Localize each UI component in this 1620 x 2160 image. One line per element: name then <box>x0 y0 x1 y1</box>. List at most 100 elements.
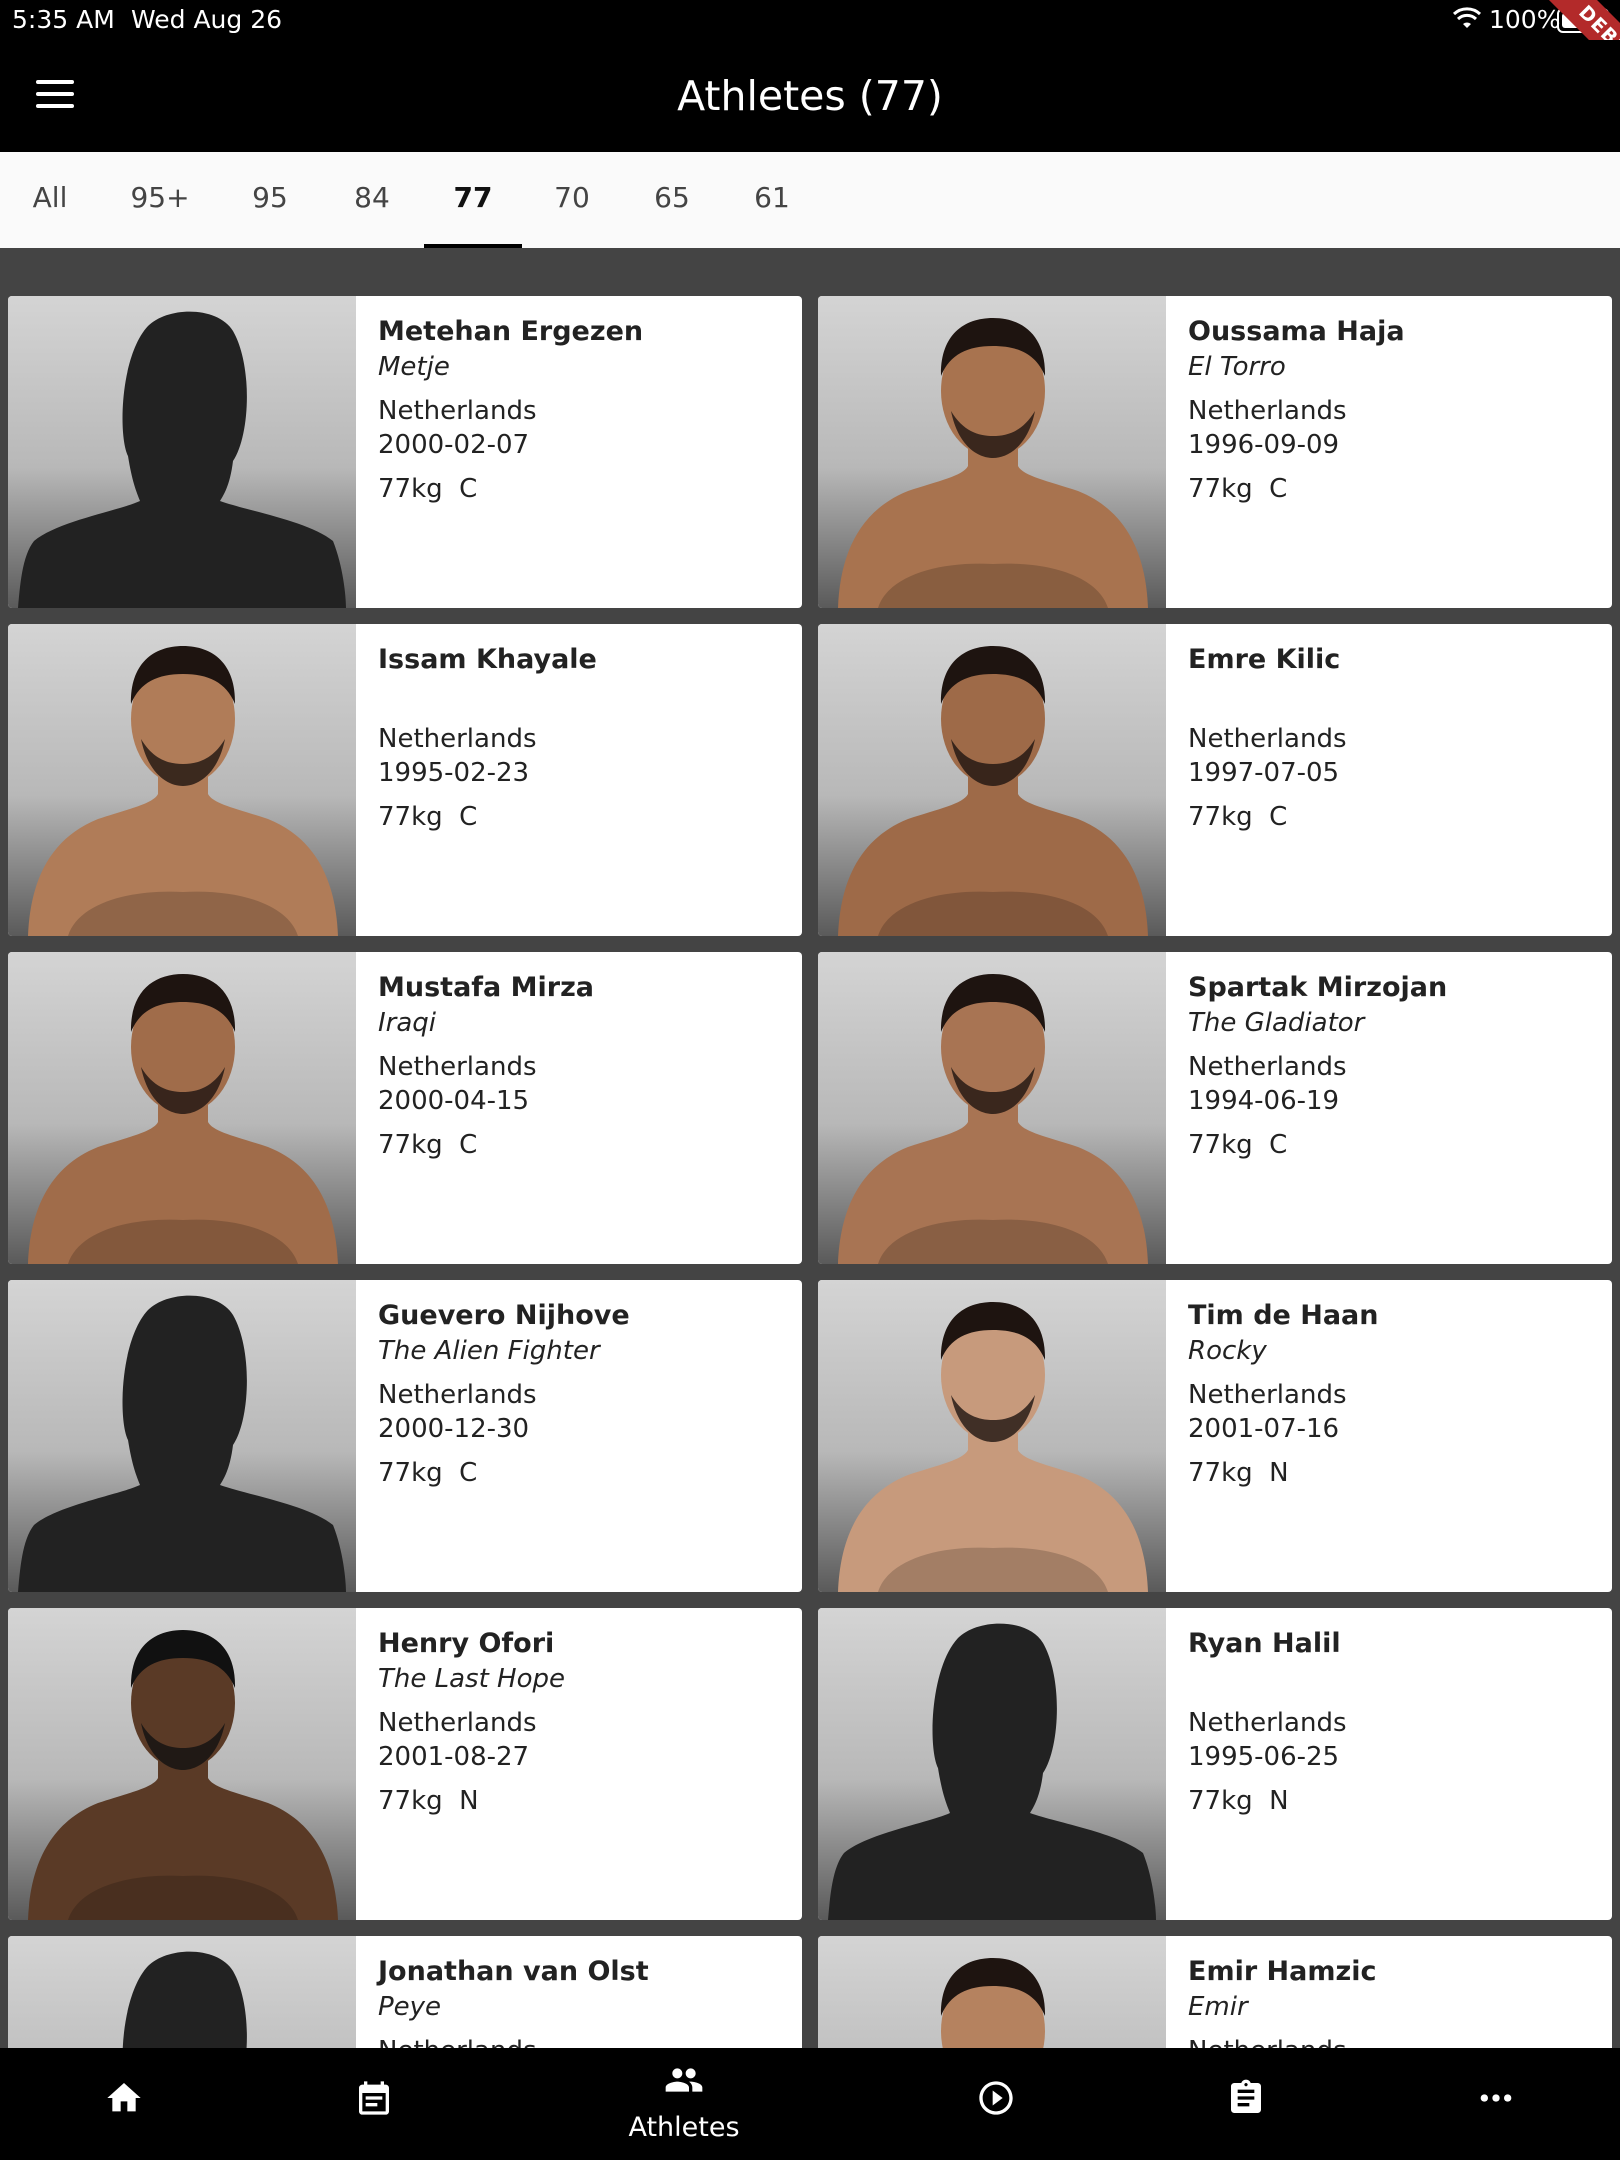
athlete-photo <box>818 1280 1166 1592</box>
nav-schedule[interactable] <box>314 2048 434 2160</box>
athlete-country: Netherlands <box>378 1380 537 1410</box>
athlete-card[interactable]: Oussama Haja El Torro Netherlands 1996-09-0… <box>818 296 1612 608</box>
athlete-card[interactable]: Metehan Ergezen Metje Netherlands 2000-02-0… <box>8 296 802 608</box>
athlete-weight-class: 77kg C <box>378 1130 478 1160</box>
tab-77[interactable]: 77 <box>424 152 522 248</box>
athlete-name: Emir Hamzic <box>1188 1956 1377 1987</box>
bottom-nav: Athletes <box>0 2048 1620 2160</box>
athlete-dob: 1997-07-05 <box>1188 758 1340 788</box>
athlete-dob: 1996-09-09 <box>1188 430 1340 460</box>
athlete-weight-class: 77kg N <box>1188 1458 1289 1488</box>
athlete-card[interactable]: Guevero Nijhove The Alien Fighter Netherla… <box>8 1280 802 1592</box>
athlete-info: Emir Hamzic Emir Netherlands <box>1188 1954 1602 2048</box>
athlete-photo-placeholder <box>8 1936 356 2048</box>
athlete-nickname: The Last Hope <box>378 1664 566 1694</box>
athlete-name: Guevero Nijhove <box>378 1300 630 1331</box>
athlete-photo <box>8 1608 356 1920</box>
clipboard-icon <box>1231 2079 1261 2113</box>
athlete-name: Emre Kilic <box>1188 644 1341 675</box>
status-date: Wed Aug 26 <box>131 5 283 34</box>
athlete-name: Spartak Mirzojan <box>1188 972 1448 1003</box>
athlete-country: Netherlands <box>1188 1052 1347 1082</box>
athlete-dob: 1995-02-23 <box>378 758 530 788</box>
nav-results[interactable] <box>1186 2048 1306 2160</box>
tab-70[interactable]: 70 <box>534 152 610 248</box>
nav-media[interactable] <box>936 2048 1056 2160</box>
athlete-dob: 2001-07-16 <box>1188 1414 1340 1444</box>
athlete-card[interactable]: Issam Khayale Netherlands 1995-02-23 77kg C <box>8 624 802 936</box>
status-time: 5:35 AM <box>12 5 115 34</box>
athlete-weight-class: 77kg C <box>378 1458 478 1488</box>
athlete-nickname: Metje <box>378 352 450 382</box>
wifi-icon <box>1452 6 1482 36</box>
athlete-photo-placeholder <box>8 1280 356 1592</box>
athlete-name: Jonathan van Olst <box>378 1956 649 1987</box>
tab-84[interactable]: 84 <box>334 152 410 248</box>
athlete-info: Emre Kilic Netherlands 1997-07-05 77kg C <box>1188 642 1602 834</box>
athlete-nickname: The Gladiator <box>1188 1008 1365 1038</box>
athlete-country: Netherlands <box>1188 724 1347 754</box>
athlete-card[interactable]: Ryan Halil Netherlands 1995-06-25 77kg N <box>818 1608 1612 1920</box>
tab-95-plus[interactable]: 95+ <box>118 152 202 248</box>
athlete-info: Metehan Ergezen Metje Netherlands 2000-02-0… <box>378 314 792 506</box>
athlete-card[interactable]: Spartak Mirzojan The Gladiator Netherlands… <box>818 952 1612 1264</box>
athlete-photo-placeholder <box>8 296 356 608</box>
home-icon <box>107 2083 141 2112</box>
status-bar: 5:35 AM Wed Aug 26 100% <box>0 0 1620 40</box>
athlete-photo <box>818 624 1166 936</box>
athlete-card[interactable]: Tim de Haan Rocky Netherlands 2001-07-16 77k… <box>818 1280 1612 1592</box>
athlete-dob: 1995-06-25 <box>1188 1742 1340 1772</box>
athlete-card[interactable]: Mustafa Mirza Iraqi Netherlands 2000-04-15 7… <box>8 952 802 1264</box>
athlete-nickname: Rocky <box>1188 1336 1267 1366</box>
athlete-name: Oussama Haja <box>1188 316 1405 347</box>
athlete-photo <box>818 296 1166 608</box>
athlete-photo <box>818 952 1166 1264</box>
athlete-dob: 2000-02-07 <box>378 430 530 460</box>
app-bar: Athletes (77) <box>0 40 1620 152</box>
athlete-grid: Metehan Ergezen Metje Netherlands 2000-02-0… <box>8 296 1612 2048</box>
nav-athletes-label: Athletes <box>628 2112 740 2143</box>
athlete-card[interactable]: Henry Ofori The Last Hope Netherlands 2001-… <box>8 1608 802 1920</box>
athlete-dob: 2000-12-30 <box>378 1414 530 1444</box>
athlete-info: Oussama Haja El Torro Netherlands 1996-09-0… <box>1188 314 1602 506</box>
athlete-nickname: Emir <box>1188 1992 1248 2022</box>
athlete-card[interactable]: Jonathan van Olst Peye Netherlands <box>8 1936 802 2048</box>
athlete-name: Metehan Ergezen <box>378 316 644 347</box>
athlete-card[interactable]: Emre Kilic Netherlands 1997-07-05 77kg C <box>818 624 1612 936</box>
calendar-icon <box>359 2081 389 2115</box>
athlete-info: Henry Ofori The Last Hope Netherlands 2001-… <box>378 1626 792 1818</box>
athlete-name: Tim de Haan <box>1188 1300 1379 1331</box>
athlete-weight-class: 77kg C <box>1188 802 1288 832</box>
athlete-nickname: The Alien Fighter <box>378 1336 600 1366</box>
athlete-nickname <box>1188 1662 1602 1696</box>
athlete-info: Ryan Halil Netherlands 1995-06-25 77kg N <box>1188 1626 1602 1818</box>
tab-61[interactable]: 61 <box>734 152 810 248</box>
athlete-name: Henry Ofori <box>378 1628 555 1659</box>
athlete-card[interactable]: Emir Hamzic Emir Netherlands <box>818 1936 1612 2048</box>
athlete-weight-class: 77kg N <box>378 1786 479 1816</box>
athlete-country: Netherlands <box>1188 1708 1347 1738</box>
athlete-country: Netherlands <box>378 396 537 426</box>
tab-65[interactable]: 65 <box>634 152 710 248</box>
athlete-photo-placeholder <box>818 1608 1166 1920</box>
athlete-info: Issam Khayale Netherlands 1995-02-23 77kg C <box>378 642 792 834</box>
nav-athletes[interactable]: Athletes <box>624 2048 744 2160</box>
tab-95[interactable]: 95 <box>232 152 308 248</box>
athlete-weight-class: 77kg C <box>378 474 478 504</box>
athlete-name: Mustafa Mirza <box>378 972 595 1003</box>
athlete-name: Ryan Halil <box>1188 1628 1341 1659</box>
athlete-info: Mustafa Mirza Iraqi Netherlands 2000-04-15 7… <box>378 970 792 1162</box>
athlete-weight-class: 77kg C <box>1188 474 1288 504</box>
athlete-dob: 2001-08-27 <box>378 1742 530 1772</box>
athlete-dob: 2000-04-15 <box>378 1086 530 1116</box>
more-icon <box>1480 2094 1512 2102</box>
nav-more[interactable] <box>1436 2048 1556 2160</box>
athlete-photo <box>818 1936 1166 2048</box>
nav-home[interactable] <box>64 2048 184 2160</box>
page-title: Athletes (77) <box>677 72 943 120</box>
athlete-info: Guevero Nijhove The Alien Fighter Netherla… <box>378 1298 792 1490</box>
tab-all[interactable]: All <box>14 152 86 248</box>
athlete-name: Issam Khayale <box>378 644 597 675</box>
athlete-dob: 1994-06-19 <box>1188 1086 1340 1116</box>
athlete-weight-class: 77kg C <box>1188 1130 1288 1160</box>
